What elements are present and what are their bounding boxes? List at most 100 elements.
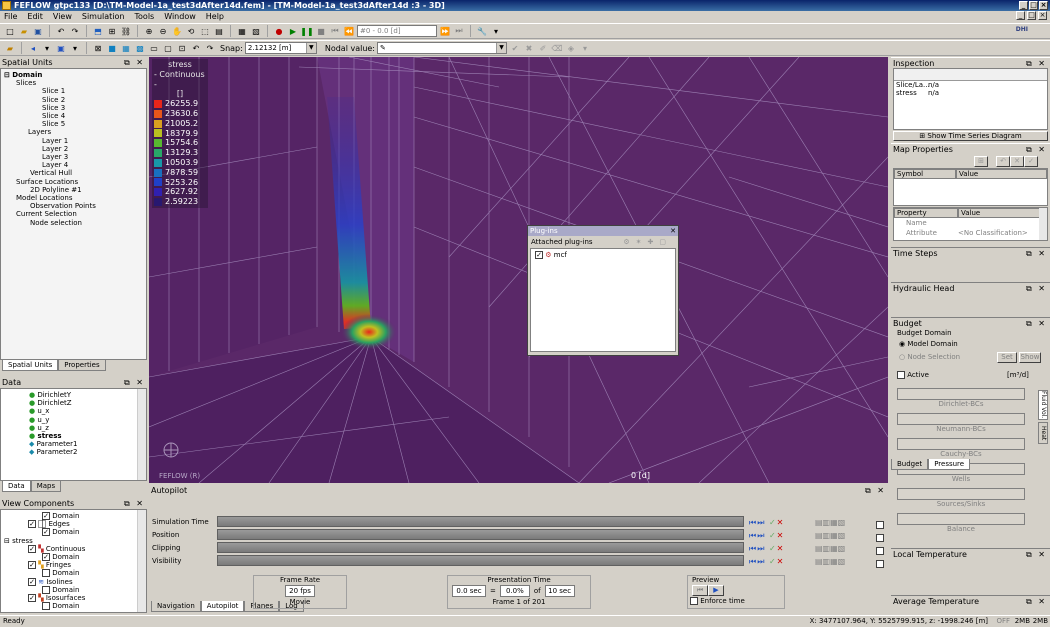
dropdown-icon[interactable]: ▾: [69, 42, 81, 54]
preview-rewind-button[interactable]: ⏮: [692, 585, 708, 596]
menu-window[interactable]: Window: [164, 11, 196, 23]
tree-item-model-locations[interactable]: Model Locations: [4, 194, 146, 202]
data-item[interactable]: ● DirichletY: [29, 391, 146, 399]
tab-maps[interactable]: Maps: [30, 481, 62, 492]
pt-start-field[interactable]: 0.0 sec: [452, 585, 486, 597]
select-element-icon[interactable]: ■: [106, 42, 118, 54]
cancel-icon[interactable]: ✖: [523, 42, 535, 54]
dialog-close-icon[interactable]: ✕: [670, 226, 676, 236]
tab-pressure[interactable]: Pressure: [928, 459, 971, 470]
select-box-icon[interactable]: ▭: [148, 42, 160, 54]
model-domain-radio[interactable]: ◉ Model Domain: [897, 338, 1050, 351]
tree-item-slice[interactable]: Slice 5: [4, 120, 146, 128]
maximize-button[interactable]: □: [1029, 1, 1038, 10]
tree-item-layer[interactable]: Layer 4: [4, 161, 146, 169]
close-button[interactable]: ×: [1039, 1, 1048, 10]
tree-item-domain[interactable]: ⊟ Domain: [4, 71, 146, 79]
nodal-value-field[interactable]: ✎ ▼: [377, 42, 507, 54]
track-nav-buttons[interactable]: ⏮⏭ ✓✕ ⏮⏭ ✓✕ ⏮⏭ ✓✕ ⏮⏭ ✓✕: [749, 516, 784, 568]
show-time-series-button[interactable]: ⊞ Show Time Series Diagram: [893, 131, 1048, 141]
map-delete-icon[interactable]: ✕: [1010, 156, 1024, 167]
tools-icon[interactable]: 🔧: [476, 25, 488, 37]
plugin-item-mcf[interactable]: ✓ ⚙ mcf: [535, 251, 671, 259]
vc-item[interactable]: Domain: [4, 569, 146, 578]
tree-item-node-selection[interactable]: Node selection: [4, 219, 146, 227]
pt-percent-field[interactable]: 0.0%: [499, 585, 530, 597]
enforce-time-checkbox[interactable]: Enforce time: [688, 596, 784, 606]
dropdown-icon[interactable]: ▾: [579, 42, 591, 54]
active-checkbox[interactable]: Active [m³/d]: [897, 368, 1050, 382]
data-item[interactable]: ◆ Parameter2: [29, 448, 146, 456]
map-undo-icon[interactable]: ↶: [996, 156, 1010, 167]
tree-item-slice[interactable]: Slice 1: [4, 87, 146, 95]
timeline-track-simulation-time[interactable]: [217, 516, 744, 527]
image-icon[interactable]: ▦: [236, 25, 248, 37]
node-selection-radio[interactable]: ○ Node Selection Set Show: [897, 351, 1050, 364]
tab-data[interactable]: Data: [2, 481, 31, 492]
data-item[interactable]: ◆ Parameter1: [29, 440, 146, 448]
track-tool-icons[interactable]: ▤▥▦▧ ▤▥▦▧ ▤▥▦▧ ▤▥▦▧: [815, 516, 845, 568]
play-icon[interactable]: ▶: [287, 25, 299, 37]
zoom-out-icon[interactable]: ⊖: [157, 25, 169, 37]
tab-properties[interactable]: Properties: [58, 360, 106, 371]
tree-item-vertical-hull[interactable]: Vertical Hull: [4, 169, 146, 177]
new-icon[interactable]: □: [4, 25, 16, 37]
tab-spatial-units[interactable]: Spatial Units: [2, 360, 59, 371]
last-step-icon[interactable]: ⏭: [453, 25, 465, 37]
data-item[interactable]: ● u_x: [29, 407, 146, 415]
vc-item[interactable]: ✓ Domain: [4, 553, 146, 562]
snap-field[interactable]: 2.12132 [m] ▼: [244, 42, 317, 54]
menu-simulation[interactable]: Simulation: [82, 11, 125, 23]
vc-item[interactable]: ✓ Domain: [4, 528, 146, 537]
apply-icon[interactable]: ✔: [509, 42, 521, 54]
tab-fluid-vol[interactable]: Fluid Vol.: [1038, 390, 1048, 420]
preview-play-button[interactable]: ▶: [708, 585, 724, 596]
vc-item[interactable]: ✓ Domain: [4, 512, 146, 520]
camera-icon[interactable]: ▤: [213, 25, 225, 37]
stop-icon[interactable]: ■: [315, 25, 327, 37]
redo-icon[interactable]: ↷: [69, 25, 81, 37]
data-scrollbar[interactable]: [137, 389, 146, 480]
map-properties-scrollbar[interactable]: [1039, 208, 1047, 240]
menu-edit[interactable]: Edit: [27, 11, 43, 23]
vc-item[interactable]: Domain: [4, 602, 146, 611]
open-icon[interactable]: ▰: [18, 25, 30, 37]
save-icon[interactable]: ▣: [32, 25, 44, 37]
prev-step-icon[interactable]: ⏪: [343, 25, 355, 37]
vc-item[interactable]: ✓ ≋ Isolines: [4, 577, 146, 586]
clear-selection-icon[interactable]: ⊡: [176, 42, 188, 54]
timeline-track-position[interactable]: [217, 529, 744, 540]
tree-item-slice[interactable]: Slice 3: [4, 104, 146, 112]
map-add-icon[interactable]: ⊞: [974, 156, 988, 167]
tree-item-slice[interactable]: Slice 2: [4, 96, 146, 104]
menu-tools[interactable]: Tools: [135, 11, 155, 23]
pan-icon[interactable]: ✋: [171, 25, 183, 37]
next-step-icon[interactable]: ⏩: [439, 25, 451, 37]
tree-item-layer[interactable]: Layer 2: [4, 145, 146, 153]
tree-item-layers[interactable]: Layers: [4, 128, 146, 136]
data-item[interactable]: ● DirichletZ: [29, 399, 146, 407]
vc-scrollbar[interactable]: [137, 510, 146, 612]
tab-navigation[interactable]: Navigation: [151, 601, 201, 612]
menu-help[interactable]: Help: [206, 11, 224, 23]
brush-icon[interactable]: ✐: [537, 42, 549, 54]
frame-rate-field[interactable]: 20 fps: [285, 585, 315, 597]
erase-icon[interactable]: ⌫: [551, 42, 563, 54]
3d-viewport[interactable]: 0 [d] FEFLOW (R) stress - Continuous - […: [149, 57, 888, 483]
time-step-field[interactable]: #0 - 0.0 [d]: [357, 25, 437, 37]
mdi-restore-button[interactable]: □: [1027, 11, 1036, 20]
data-item[interactable]: ● u_z: [29, 424, 146, 432]
select-mesh-icon[interactable]: ▦: [120, 42, 132, 54]
track-checkboxes[interactable]: [876, 518, 884, 570]
dropdown-icon[interactable]: ▾: [41, 42, 53, 54]
tree-item-slices[interactable]: Slices: [4, 79, 146, 87]
vc-item[interactable]: ✓ │ Edges: [4, 520, 146, 529]
record-icon[interactable]: ●: [273, 25, 285, 37]
tree-item-layer[interactable]: Layer 3: [4, 153, 146, 161]
pt-total-field[interactable]: 10 sec: [544, 585, 575, 597]
vc-item[interactable]: Domain: [4, 585, 146, 594]
select-icon[interactable]: ⬚: [199, 25, 211, 37]
tree-item-observation-points[interactable]: Observation Points: [4, 202, 146, 210]
link-icon[interactable]: ⛓: [120, 25, 132, 37]
data-item[interactable]: ● u_y: [29, 416, 146, 424]
